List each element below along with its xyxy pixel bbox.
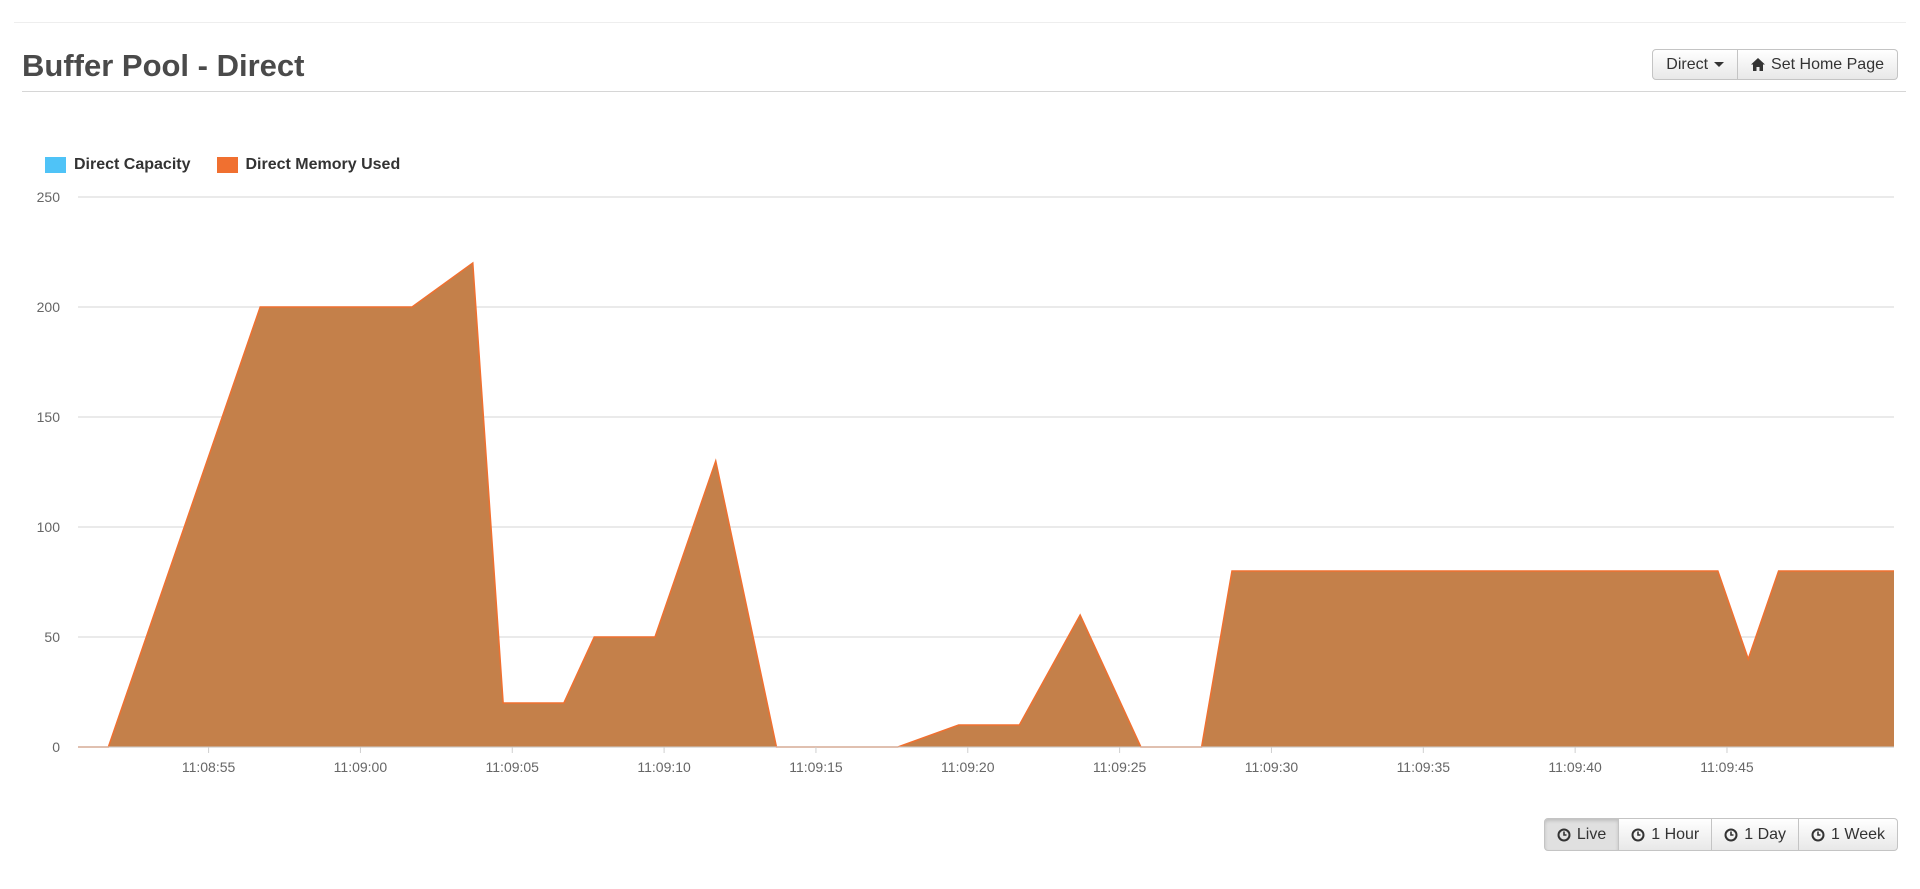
x-tick-label: 11:09:35 <box>1397 759 1451 775</box>
x-tick-label: 11:09:40 <box>1548 759 1602 775</box>
live-range-button[interactable]: Live <box>1543 818 1620 851</box>
one-hour-range-label: 1 Hour <box>1651 825 1700 843</box>
x-tick-label: 11:08:55 <box>182 759 236 775</box>
x-tick-label: 11:09:00 <box>334 759 388 775</box>
x-tick-label: 11:09:15 <box>789 759 843 775</box>
x-tick-label: 11:09:45 <box>1700 759 1754 775</box>
clock-icon <box>1631 828 1645 841</box>
y-tick-label: 150 <box>37 409 61 425</box>
one-day-range-button[interactable]: 1 Day <box>1712 818 1800 851</box>
y-tick-label: 200 <box>37 299 61 315</box>
one-week-range-button[interactable]: 1 Week <box>1799 818 1898 851</box>
x-tick-label: 11:09:25 <box>1093 759 1147 775</box>
clock-icon <box>1724 828 1738 841</box>
one-day-range-label: 1 Day <box>1744 825 1787 843</box>
x-tick-label: 11:09:10 <box>637 759 691 775</box>
x-tick-label: 11:09:30 <box>1245 759 1299 775</box>
y-tick-label: 0 <box>52 739 60 755</box>
time-range-button-group: Live 1 Hour 1 Day 1 Week <box>1543 818 1898 851</box>
series-area-direct-memory-used <box>78 263 1894 747</box>
one-week-range-label: 1 Week <box>1831 825 1885 843</box>
y-tick-label: 250 <box>37 189 61 205</box>
x-tick-label: 11:09:05 <box>486 759 540 775</box>
x-tick-label: 11:09:20 <box>941 759 995 775</box>
y-tick-label: 50 <box>44 629 60 645</box>
live-range-label: Live <box>1576 825 1607 843</box>
buffer-pool-chart: 0 50 100 150 200 250 11:08:55 11:09:00 11:09:05 1… <box>37 189 1894 775</box>
clock-icon <box>1811 828 1825 841</box>
one-hour-range-button[interactable]: 1 Hour <box>1619 818 1713 851</box>
clock-icon <box>1557 828 1571 841</box>
y-tick-label: 100 <box>37 519 61 535</box>
